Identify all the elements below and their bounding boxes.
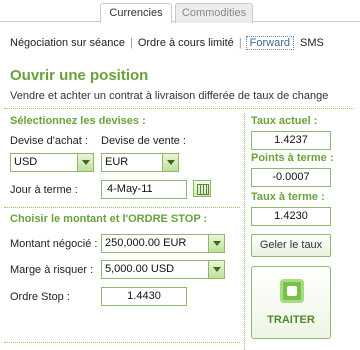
date-label: Jour à terme : xyxy=(10,184,78,196)
forward-points-label: Points à terme : xyxy=(251,152,334,164)
margin-label: Marge à risquer : xyxy=(10,264,94,276)
buy-currency-select[interactable]: USD xyxy=(10,153,94,172)
currencies-section-title: Sélectionnez les devises : xyxy=(10,115,146,127)
page-title: Ouvrir une position xyxy=(10,67,149,84)
date-field[interactable]: 4-May-11 xyxy=(101,180,187,199)
margin-select[interactable]: 5,000.00 USD xyxy=(101,260,225,279)
trade-button[interactable]: TRAITER xyxy=(251,266,331,339)
nav-ordre-cours-limite[interactable]: Ordre à cours limité xyxy=(138,37,234,49)
divider xyxy=(4,342,240,343)
margin-value: 5,000.00 USD xyxy=(105,263,175,275)
tab-commodities[interactable]: Commodities xyxy=(175,3,253,23)
nav-separator: | xyxy=(129,37,133,49)
sell-currency-select[interactable]: EUR xyxy=(101,153,179,172)
sell-currency-value: EUR xyxy=(105,156,129,168)
chevron-down-icon xyxy=(208,261,224,278)
amount-value: 250,000.00 EUR xyxy=(105,237,187,249)
tab-currencies[interactable]: Currencies xyxy=(100,3,172,23)
freeze-rate-button[interactable]: Geler le taux xyxy=(251,234,331,257)
nav-negociation-seance[interactable]: Négociation sur séance xyxy=(10,37,125,49)
stop-label: Ordre Stop : xyxy=(10,291,70,303)
divider xyxy=(4,108,354,109)
tab-bar: Currencies Commodities xyxy=(0,0,360,23)
current-rate-label: Taux actuel : xyxy=(251,115,318,127)
buy-currency-value: USD xyxy=(14,156,38,168)
order-section-title: Choisir le montant et l'ORDRE STOP : xyxy=(10,213,208,225)
calendar-icon[interactable] xyxy=(193,180,211,197)
chevron-down-icon xyxy=(208,235,224,252)
sell-currency-label: Devise de vente : xyxy=(101,135,186,147)
amount-label: Montant négocié : xyxy=(10,238,98,250)
chevron-down-icon xyxy=(162,154,178,171)
current-rate-value: 1.4237 xyxy=(251,131,331,150)
nav-sms[interactable]: SMS xyxy=(300,37,324,49)
amount-select[interactable]: 250,000.00 EUR xyxy=(101,234,225,253)
order-type-nav: Négociation sur séance | Ordre à cours l… xyxy=(10,35,324,51)
chevron-down-icon xyxy=(77,154,93,171)
stop-field[interactable]: 1.4430 xyxy=(101,287,187,306)
buy-currency-label: Devise d'achat : xyxy=(10,135,88,147)
forward-rate-value: 1.4230 xyxy=(251,207,331,226)
page-subtitle: Vendre et achter un contrat à livraison … xyxy=(10,90,329,102)
trade-icon xyxy=(280,279,304,303)
nav-forward[interactable]: Forward xyxy=(245,36,295,50)
nav-separator: | xyxy=(238,37,242,49)
column-divider xyxy=(244,113,245,350)
divider xyxy=(4,207,240,208)
trade-button-label: TRAITER xyxy=(267,314,315,326)
forward-rate-label: Taux à terme : xyxy=(251,191,325,203)
forward-points-value: -0.0007 xyxy=(251,168,331,187)
